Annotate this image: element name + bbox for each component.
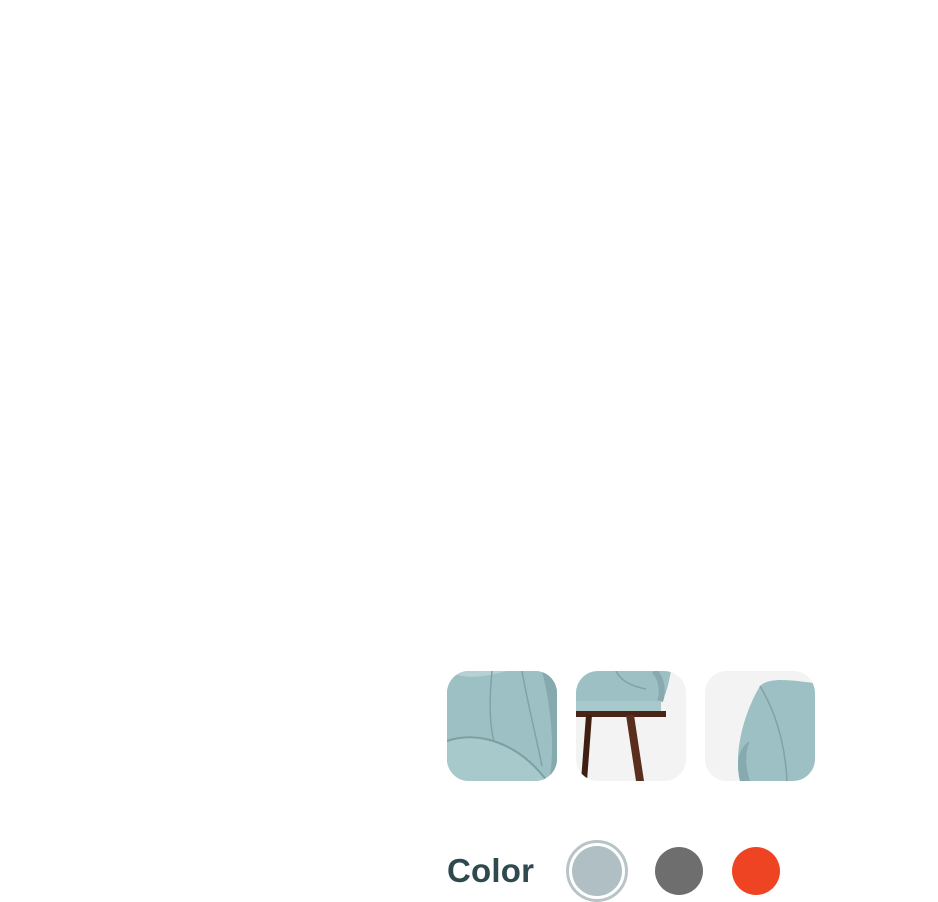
thumbnail-chair-side-leg-view[interactable] (576, 671, 686, 781)
chair-arm-image (705, 671, 815, 781)
color-swatch-light-blue[interactable] (566, 840, 629, 902)
chair-seat-image (447, 671, 557, 781)
product-page: Color (0, 0, 938, 902)
thumbnail-chair-seat-closeup[interactable] (447, 671, 557, 781)
color-swatch-gray[interactable] (655, 847, 704, 895)
color-label: Color (447, 852, 535, 889)
color-swatch-orange-red[interactable] (732, 847, 781, 895)
color-swatch-light-blue-fill (572, 846, 623, 896)
color-selector: Color (447, 840, 809, 902)
thumbnail-chair-arm-closeup[interactable] (705, 671, 815, 781)
main-product-image (0, 0, 938, 650)
chair-leg-image (576, 671, 686, 781)
thumbnail-gallery (447, 671, 815, 781)
